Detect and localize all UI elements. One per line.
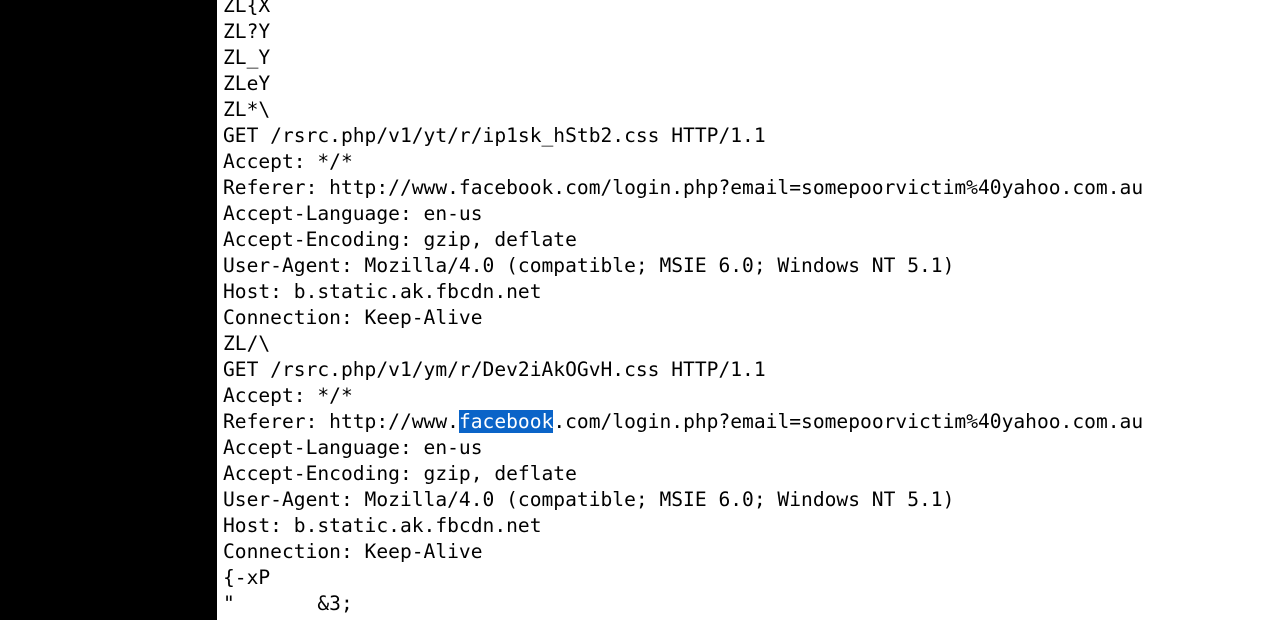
line-text: Accept-Encoding: gzip, deflate [223,228,577,251]
line-text: Accept: */* [223,150,353,173]
stream-line[interactable]: ZLeY [223,71,1143,97]
line-text: ZLeY [223,72,271,95]
line-text: User-Agent: Mozilla/4.0 (compatible; MSI… [223,488,955,511]
line-text: Connection: Keep-Alive [223,540,483,563]
stream-line[interactable]: ZL/\ [223,331,1143,357]
selected-text: facebook [458,410,554,433]
line-text: Accept-Encoding: gzip, deflate [223,462,577,485]
stream-line[interactable]: GET /rsrc.php/v1/ym/r/Dev2iAkOGvH.css HT… [223,357,1143,383]
stream-line[interactable]: Accept-Encoding: gzip, deflate [223,227,1143,253]
line-text: Accept-Language: en-us [223,436,483,459]
stream-line[interactable]: Accept-Encoding: gzip, deflate [223,461,1143,487]
line-text: User-Agent: Mozilla/4.0 (compatible; MSI… [223,254,955,277]
line-text: ZL*\ [223,98,271,121]
line-text: Connection: Keep-Alive [223,306,483,329]
stream-line[interactable]: ZL_Y [223,45,1143,71]
stream-line[interactable]: User-Agent: Mozilla/4.0 (compatible; MSI… [223,253,1143,279]
stream-line[interactable]: Referer: http://www.facebook.com/login.p… [223,409,1143,435]
stream-line[interactable]: " &3; [223,591,1143,617]
stream-line[interactable]: Referer: http://www.facebook.com/login.p… [223,175,1143,201]
stream-line[interactable]: ZL{X [223,0,1143,19]
stream-line[interactable]: User-Agent: Mozilla/4.0 (compatible; MSI… [223,487,1143,513]
line-text: ZL?Y [223,20,271,43]
line-text: {-xP [223,566,271,589]
line-text: ZL/\ [223,332,271,355]
stream-line[interactable]: ZL?Y [223,19,1143,45]
stream-line[interactable]: Connection: Keep-Alive [223,539,1143,565]
line-text: .com/login.php?email=somepoorvictim%40ya… [553,410,1144,433]
stream-line[interactable]: Host: b.static.ak.fbcdn.net [223,513,1143,539]
stream-line[interactable]: Accept: */* [223,149,1143,175]
line-text: " &3; [223,592,353,615]
line-text: Referer: http://www. [223,410,459,433]
line-text: GET /rsrc.php/v1/yt/r/ip1sk_hStb2.css HT… [223,124,766,147]
stream-line[interactable]: GET /rsrc.php/v1/yt/r/ip1sk_hStb2.css HT… [223,123,1143,149]
stream-line[interactable]: Accept-Language: en-us [223,435,1143,461]
stream-line[interactable]: Connection: Keep-Alive [223,305,1143,331]
stream-lines: ZL{X ZL?Y ZL_Y ZLeY ZL*\ GET /rsrc.php/v1/yt/… [223,0,1143,617]
stream-line[interactable]: Host: b.static.ak.fbcdn.net [223,279,1143,305]
stream-line[interactable]: Accept-Language: en-us [223,201,1143,227]
line-text: ZL{X [223,0,271,17]
line-text: GET /rsrc.php/v1/ym/r/Dev2iAkOGvH.css HT… [223,358,766,381]
line-text: ZL_Y [223,46,271,69]
stream-line[interactable]: {-xP [223,565,1143,591]
line-text: Host: b.static.ak.fbcdn.net [223,280,542,303]
line-text: Host: b.static.ak.fbcdn.net [223,514,542,537]
raw-stream-text-pane[interactable]: ZL{X ZL?Y ZL_Y ZLeY ZL*\ GET /rsrc.php/v1/yt/… [217,0,1263,620]
line-text: Accept-Language: en-us [223,202,483,225]
stream-line[interactable]: ZL*\ [223,97,1143,123]
line-text: Accept: */* [223,384,353,407]
stream-line[interactable]: Accept: */* [223,383,1143,409]
left-margin [0,0,217,620]
line-text: Referer: http://www.facebook.com/login.p… [223,176,1144,199]
